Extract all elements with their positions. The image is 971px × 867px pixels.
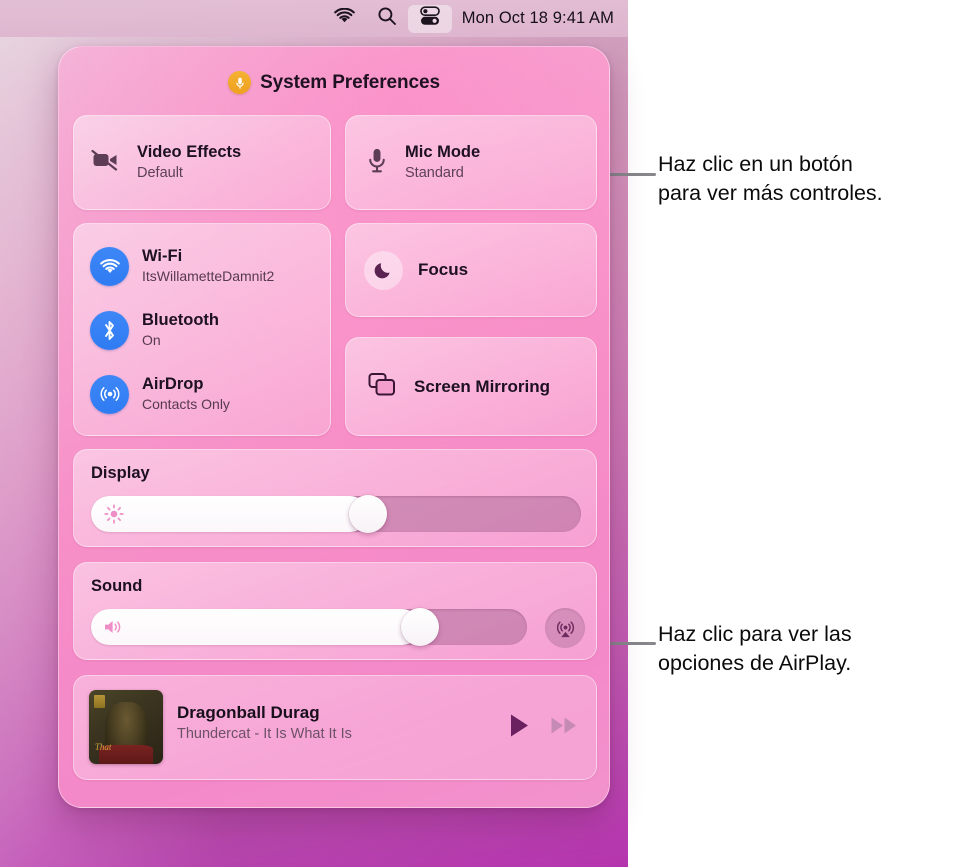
control-center-title-row: System Preferences [59, 71, 609, 94]
wifi-menu-item[interactable] [323, 5, 366, 33]
wifi-icon [90, 246, 129, 286]
control-center-menu-item[interactable] [407, 4, 452, 33]
screen-mirroring-button[interactable]: Screen Mirroring [345, 337, 597, 436]
bluetooth-value: On [142, 332, 161, 349]
sound-slider-fill [91, 609, 421, 645]
brightness-icon [103, 503, 125, 525]
play-icon[interactable] [508, 712, 530, 743]
display-slider-thumb[interactable] [348, 495, 387, 533]
screen-mirroring-label: Screen Mirroring [414, 376, 551, 396]
bluetooth-text: Bluetooth On [142, 311, 219, 350]
wifi-label: Wi-Fi [142, 246, 183, 265]
microphone-icon [367, 147, 387, 179]
connectivity-group: Wi-Fi ItsWillametteDamnit2 Bluetooth On [73, 223, 331, 436]
bluetooth-label: Bluetooth [142, 310, 219, 329]
airdrop-text: AirDrop Contacts Only [142, 375, 230, 414]
sound-label: Sound [91, 577, 143, 595]
airplay-audio-button[interactable] [545, 608, 585, 648]
airdrop-value: Contacts Only [142, 396, 230, 413]
airdrop-icon [90, 374, 129, 414]
wifi-value: ItsWillametteDamnit2 [142, 268, 275, 285]
wifi-row[interactable]: Wi-Fi ItsWillametteDamnit2 [74, 234, 330, 298]
screenshot-root: Mon Oct 18 9:41 AM System Preferences Vi… [0, 0, 971, 867]
control-center-icon [419, 6, 441, 31]
video-effects-label: Video Effects [137, 143, 242, 162]
display-section: Display [73, 449, 597, 547]
sound-slider-thumb[interactable] [401, 608, 440, 646]
video-effects-button[interactable]: Video Effects Default [73, 115, 331, 210]
focus-button[interactable]: Focus [345, 223, 597, 317]
fast-forward-icon[interactable] [550, 714, 578, 741]
album-artwork: That [89, 690, 163, 764]
callout-text-1: Haz clic en un botón para ver más contro… [658, 152, 883, 205]
sound-section: Sound [73, 562, 597, 660]
airdrop-row[interactable]: AirDrop Contacts Only [74, 362, 330, 426]
callout-leader-line-1 [604, 173, 656, 176]
now-playing-controls [508, 712, 578, 743]
moon-icon [364, 250, 403, 290]
wifi-icon [333, 7, 355, 29]
mic-mode-label: Mic Mode [405, 143, 481, 162]
airplay-audio-icon [556, 620, 574, 637]
menu-bar: Mon Oct 18 9:41 AM [0, 0, 628, 37]
search-icon [377, 6, 397, 31]
airdrop-label: AirDrop [142, 374, 204, 393]
sound-volume-slider[interactable] [91, 608, 527, 646]
mic-mode-text: Mic Mode Standard [405, 142, 480, 182]
video-effects-text: Video Effects Default [137, 142, 241, 182]
video-effects-value: Default [137, 164, 183, 181]
now-playing-section: That Dragonball Durag Thundercat - It Is… [73, 675, 597, 780]
callout-more-controls: Haz clic en un botón para ver más contro… [658, 150, 968, 208]
microphone-badge-icon [228, 71, 252, 94]
artwork-mark [94, 695, 106, 709]
mic-mode-value: Standard [405, 164, 464, 181]
now-playing-text: Dragonball Durag Thundercat - It Is What… [177, 702, 352, 745]
artwork-script: That [94, 742, 112, 753]
callout-airplay-options: Haz clic para ver las opciones de AirPla… [658, 620, 958, 678]
callout-text-2: Haz clic para ver las opciones de AirPla… [658, 622, 852, 675]
video-off-icon [91, 148, 121, 177]
display-label: Display [91, 464, 150, 482]
focus-label: Focus [418, 260, 469, 279]
wifi-text: Wi-Fi ItsWillametteDamnit2 [142, 247, 274, 286]
screen-mirroring-icon [368, 372, 396, 402]
mic-mode-button[interactable]: Mic Mode Standard [345, 115, 597, 210]
speaker-icon [103, 616, 125, 638]
display-brightness-slider[interactable] [91, 495, 581, 533]
control-center-panel: System Preferences Video Effects Default [58, 46, 610, 808]
display-slider-fill [91, 496, 368, 532]
bluetooth-icon [90, 310, 129, 350]
spotlight-search-menu-item[interactable] [366, 5, 408, 33]
menu-bar-clock[interactable]: Mon Oct 18 9:41 AM [452, 9, 614, 28]
now-playing-artist: Thundercat - It Is What It Is [177, 726, 352, 743]
page-title: System Preferences [260, 71, 440, 93]
now-playing-track: Dragonball Durag [177, 703, 320, 722]
bluetooth-row[interactable]: Bluetooth On [74, 298, 330, 362]
